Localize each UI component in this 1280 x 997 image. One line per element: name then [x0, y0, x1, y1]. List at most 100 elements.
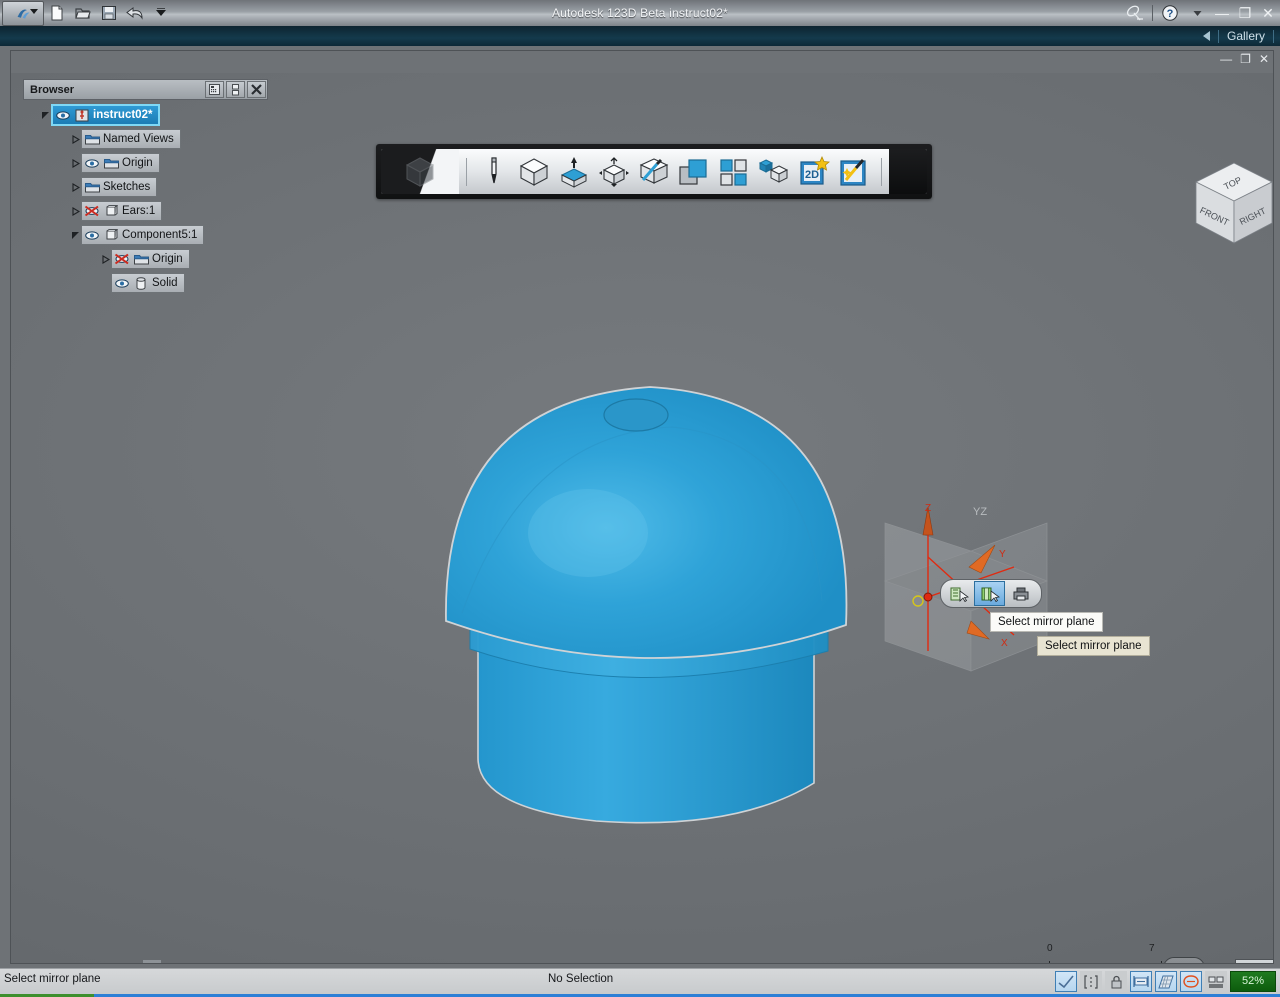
tree-label: Solid	[152, 277, 178, 289]
tree-node-sketches[interactable]: Sketches	[81, 177, 158, 197]
browser-header: Browser	[23, 79, 268, 100]
ruler-end-label: 7	[1149, 943, 1155, 954]
tree-label: Sketches	[103, 181, 151, 193]
gallery-divider-2	[1273, 29, 1274, 43]
assemble-blocks-icon[interactable]	[754, 152, 794, 192]
eye-icon[interactable]	[84, 228, 100, 242]
units-button[interactable]: mm	[1163, 957, 1205, 963]
tree-node-solid[interactable]: Solid	[111, 273, 185, 293]
document-window: — ❐ ✕ TOP FRONT RIGHT Z Y X YZ Select mi…	[10, 50, 1274, 964]
eye-icon[interactable]	[114, 276, 130, 290]
tree-row-solid[interactable]: Solid	[23, 273, 268, 293]
tree-node-named-views[interactable]: Named Views	[81, 129, 181, 149]
sketch-pencil-icon[interactable]	[474, 152, 514, 192]
titlebar-divider	[1152, 5, 1153, 21]
gallery-bar: Gallery	[0, 26, 1280, 46]
satellite-dish-icon[interactable]	[1125, 3, 1145, 23]
tree-node-ears[interactable]: Ears:1	[81, 201, 163, 221]
display-split-icon[interactable]	[1205, 971, 1227, 992]
eye-icon[interactable]	[84, 156, 100, 170]
help-dropdown-icon[interactable]	[1187, 3, 1207, 23]
tree-label: Origin	[152, 253, 183, 265]
app-window: Autodesk 123D Beta instruct02* ? — ❐ ✕ G…	[0, 0, 1280, 997]
tree-row-component5[interactable]: Component5:1	[23, 225, 268, 245]
pattern-paint-icon[interactable]	[634, 152, 674, 192]
3d-viewport[interactable]: TOP FRONT RIGHT Z Y X YZ Select mirror p…	[11, 73, 1273, 963]
eye-hidden-icon[interactable]	[84, 204, 100, 218]
browser-filter-icon[interactable]	[205, 81, 224, 98]
box-icon	[103, 204, 119, 218]
constraint-icon[interactable]	[1080, 971, 1102, 992]
twisty-right-icon[interactable]	[69, 157, 81, 169]
combine-shapes-icon[interactable]	[674, 152, 714, 192]
tree-node-instruct02[interactable]: instruct02*	[51, 104, 161, 126]
select-plane-button[interactable]	[943, 581, 974, 606]
window-restore-button[interactable]: ❐	[1237, 6, 1253, 20]
twisty-down-icon[interactable]	[39, 109, 51, 121]
modify-cube-icon[interactable]	[594, 152, 634, 192]
tree-row-instruct02[interactable]: instruct02*	[23, 104, 268, 126]
lock-icon[interactable]	[1105, 971, 1127, 992]
toolbar-endcap	[889, 149, 927, 194]
cylinder-icon	[133, 276, 149, 290]
origin-point	[923, 592, 933, 602]
model-hole	[603, 398, 669, 432]
tree-node-component5[interactable]: Component5:1	[81, 225, 205, 245]
tree-row-ears[interactable]: Ears:1	[23, 201, 268, 221]
eye-hidden-icon[interactable]	[114, 252, 130, 266]
grid-squares-icon[interactable]	[714, 152, 754, 192]
axis-z-label: Z	[925, 503, 931, 514]
model-mushroom-solid[interactable]	[436, 363, 876, 843]
twisty-right-icon[interactable]	[69, 133, 81, 145]
cube-logo-icon[interactable]	[381, 149, 459, 194]
pin-document-icon	[74, 108, 90, 122]
document-minimize-button[interactable]: —	[1220, 53, 1232, 65]
tree-node-component-origin[interactable]: Origin	[111, 249, 190, 269]
view-cube[interactable]: TOP FRONT RIGHT	[1186, 157, 1273, 257]
loop-profile-icon[interactable]	[1180, 971, 1202, 992]
scale-ruler-widget[interactable]: 0 7 1 mm 10	[1039, 939, 1273, 963]
gallery-label[interactable]: Gallery	[1227, 29, 1265, 43]
grid-plane-icon[interactable]	[1155, 971, 1177, 992]
tree-row-origin[interactable]: Origin	[23, 153, 268, 173]
tree-row-component-origin[interactable]: Origin	[23, 249, 268, 269]
document-restore-button[interactable]: ❐	[1240, 53, 1251, 65]
tree-row-sketches[interactable]: Sketches	[23, 177, 268, 197]
select-mirror-plane-button[interactable]	[974, 581, 1005, 606]
browser-close-icon[interactable]	[247, 81, 266, 98]
browser-header-icons	[205, 81, 266, 98]
eye-icon[interactable]	[55, 108, 71, 122]
plane-yz-label: YZ	[973, 506, 987, 518]
smart-wand-icon[interactable]	[834, 152, 874, 192]
document-close-button[interactable]: ✕	[1259, 53, 1269, 65]
twod-star-icon[interactable]: 2D	[794, 152, 834, 192]
measure-icon[interactable]	[1130, 971, 1152, 992]
twisty-right-icon[interactable]	[69, 205, 81, 217]
svg-text:2D: 2D	[805, 169, 819, 181]
zoom-value-field[interactable]: 10	[1235, 959, 1273, 963]
browser-dock-icon[interactable]	[226, 81, 245, 98]
tree-row-named-views[interactable]: Named Views	[23, 129, 268, 149]
construct-extrude-icon[interactable]	[554, 152, 594, 192]
progress-percent-badge: 52%	[1230, 971, 1276, 992]
axis-y-label: Y	[999, 549, 1006, 560]
window-minimize-button[interactable]: —	[1214, 6, 1230, 20]
tree-node-origin[interactable]: Origin	[81, 153, 160, 173]
mirror-mini-toolbar	[940, 579, 1042, 608]
snap-check-icon[interactable]	[1055, 971, 1077, 992]
twisty-down-icon[interactable]	[69, 229, 81, 241]
gallery-collapse-arrow-icon[interactable]	[1202, 31, 1210, 41]
status-bar: Select mirror plane No Selection 52%	[0, 968, 1280, 997]
folder-icon	[84, 132, 100, 146]
twisty-right-icon[interactable]	[69, 181, 81, 193]
document-titlebar: — ❐ ✕	[11, 51, 1273, 73]
toolbar-divider-end	[881, 157, 882, 186]
ruler-ticks	[1049, 961, 1162, 963]
help-question-icon[interactable]: ?	[1160, 3, 1180, 23]
viewport-scroll-marker	[143, 960, 161, 963]
window-close-button[interactable]: ✕	[1260, 6, 1276, 20]
titlebar-right-cluster: ? — ❐ ✕	[1125, 0, 1276, 26]
primitives-cube-icon[interactable]	[514, 152, 554, 192]
mirror-result-button[interactable]	[1005, 581, 1036, 606]
twisty-right-icon[interactable]	[99, 253, 111, 265]
